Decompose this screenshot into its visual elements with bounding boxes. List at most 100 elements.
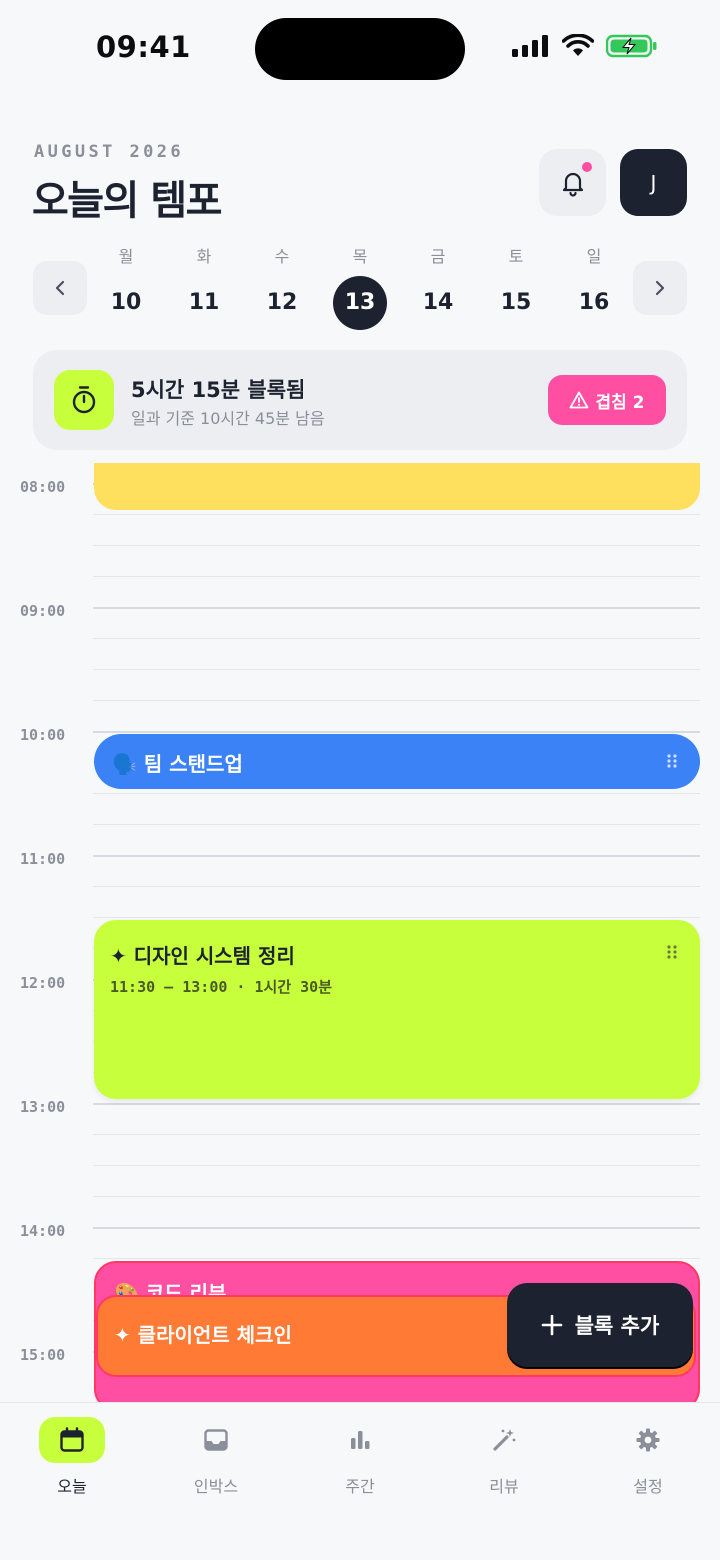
gridline — [93, 855, 700, 857]
event-time-range: 11:30 – 13:00 · 1시간 30분 — [110, 978, 333, 996]
gridline — [93, 793, 700, 794]
gridline — [93, 1196, 700, 1197]
hour-label: 11:00 — [20, 850, 66, 868]
day-number: 13 — [333, 276, 387, 330]
status-bar: 09:41 — [0, 0, 720, 100]
notification-dot — [582, 162, 592, 172]
battery-icon — [606, 34, 657, 58]
prev-week-button[interactable] — [33, 261, 87, 315]
day-name: 목 — [352, 247, 368, 266]
day-tue[interactable]: 화 11 — [174, 244, 234, 330]
day-number: 16 — [578, 290, 610, 315]
day-number: 10 — [110, 290, 142, 315]
event-title: 🗣️ 팀 스탠드업 — [112, 748, 243, 777]
tab-label: 설정 — [633, 1477, 663, 1496]
day-number: 11 — [188, 290, 220, 315]
timeline[interactable]: 08:00 09:00 10:00 11:00 12:00 13:00 14:0… — [0, 463, 720, 1403]
gridline — [93, 824, 700, 825]
day-sat[interactable]: 토 15 — [486, 244, 546, 330]
calendar-icon — [39, 1417, 105, 1463]
hour-label: 08:00 — [20, 478, 66, 496]
avatar[interactable]: J — [620, 149, 687, 216]
tab-bar: 오늘 인박스 주간 리뷰 설정 — [0, 1402, 720, 1560]
tab-weekly[interactable]: 주간 — [310, 1417, 410, 1497]
event-title: ✦ 클라이언트 체크인 — [114, 1323, 292, 1347]
gridline — [93, 917, 700, 918]
day-name: 금 — [430, 247, 446, 266]
gridline — [93, 576, 700, 577]
status-icons — [512, 34, 658, 58]
dynamic-island — [255, 18, 465, 80]
month-label: AUGUST 2026 — [34, 142, 184, 162]
add-block-button[interactable]: 블록 추가 — [507, 1283, 693, 1367]
gridline — [93, 1103, 700, 1105]
timer-tile — [54, 370, 114, 430]
gridline — [93, 700, 700, 701]
day-name: 월 — [118, 247, 134, 266]
day-number: 12 — [266, 290, 298, 315]
day-number: 14 — [422, 290, 454, 315]
status-time: 09:41 — [96, 30, 191, 64]
gridline — [93, 638, 700, 639]
signal-icon — [512, 35, 548, 57]
overlap-badge[interactable]: 겹침 2 — [548, 375, 666, 425]
bell-icon — [562, 172, 583, 197]
gear-icon — [615, 1417, 681, 1463]
inbox-icon — [183, 1417, 249, 1463]
plus-icon — [541, 1314, 563, 1336]
drag-handle-icon[interactable] — [666, 944, 678, 960]
event-title: ✦ 디자인 시스템 정리 — [110, 944, 295, 968]
next-week-button[interactable] — [633, 261, 687, 315]
hour-label: 10:00 — [20, 726, 66, 744]
day-name: 토 — [508, 247, 524, 266]
gridline — [93, 1227, 700, 1229]
hour-label: 14:00 — [20, 1222, 66, 1240]
day-fri[interactable]: 금 14 — [408, 244, 468, 330]
tab-today[interactable]: 오늘 — [22, 1417, 122, 1497]
bar-chart-icon — [327, 1417, 393, 1463]
event-block-morning[interactable] — [94, 463, 700, 510]
gridline — [93, 545, 700, 546]
gridline — [93, 607, 700, 609]
summary-subtitle: 일과 기준 10시간 45분 남음 — [131, 409, 325, 428]
hour-label: 15:00 — [20, 1346, 66, 1364]
speaking-head-icon: 🗣️ — [112, 752, 137, 776]
day-name: 일 — [586, 247, 602, 266]
tab-inbox[interactable]: 인박스 — [166, 1417, 266, 1497]
wifi-icon — [562, 34, 594, 56]
summary-card: 5시간 15분 블록됨 일과 기준 10시간 45분 남음 겹침 2 — [33, 350, 687, 450]
day-mon[interactable]: 월 10 — [96, 244, 156, 330]
day-name: 수 — [274, 247, 290, 266]
hour-label: 09:00 — [20, 602, 66, 620]
day-number: 15 — [500, 290, 532, 315]
day-thu-selected[interactable]: 목 13 — [330, 244, 390, 330]
warning-icon — [570, 391, 589, 409]
page-title: 오늘의 템포 — [32, 178, 222, 224]
notifications-button[interactable] — [539, 149, 606, 216]
chevron-right-icon — [655, 280, 665, 296]
drag-handle-icon[interactable] — [666, 753, 678, 769]
chevron-left-icon — [55, 280, 65, 296]
day-sun[interactable]: 일 16 — [564, 244, 624, 330]
event-block-design-system[interactable]: ✦ 디자인 시스템 정리 11:30 – 13:00 · 1시간 30분 — [94, 920, 700, 1099]
overlap-label: 겹침 2 — [595, 392, 645, 413]
gridline — [93, 1258, 700, 1259]
add-block-label: 블록 추가 — [574, 1314, 660, 1338]
tab-label: 주간 — [345, 1477, 375, 1496]
hour-label: 12:00 — [20, 974, 66, 992]
tab-label: 인박스 — [193, 1477, 239, 1496]
event-block-standup[interactable]: 🗣️ 팀 스탠드업 — [94, 734, 700, 789]
gridline — [93, 669, 700, 670]
tab-label: 리뷰 — [489, 1477, 519, 1496]
gridline — [93, 514, 700, 515]
day-name: 화 — [196, 247, 212, 266]
day-wed[interactable]: 수 12 — [252, 244, 312, 330]
event-title-text: 팀 스탠드업 — [143, 752, 243, 776]
summary-title: 5시간 15분 블록됨 — [131, 378, 306, 402]
tab-settings[interactable]: 설정 — [598, 1417, 698, 1497]
stopwatch-icon — [72, 386, 96, 414]
gridline — [93, 886, 700, 887]
gridline — [93, 1165, 700, 1166]
gridline — [93, 1134, 700, 1135]
tab-review[interactable]: 리뷰 — [454, 1417, 554, 1497]
